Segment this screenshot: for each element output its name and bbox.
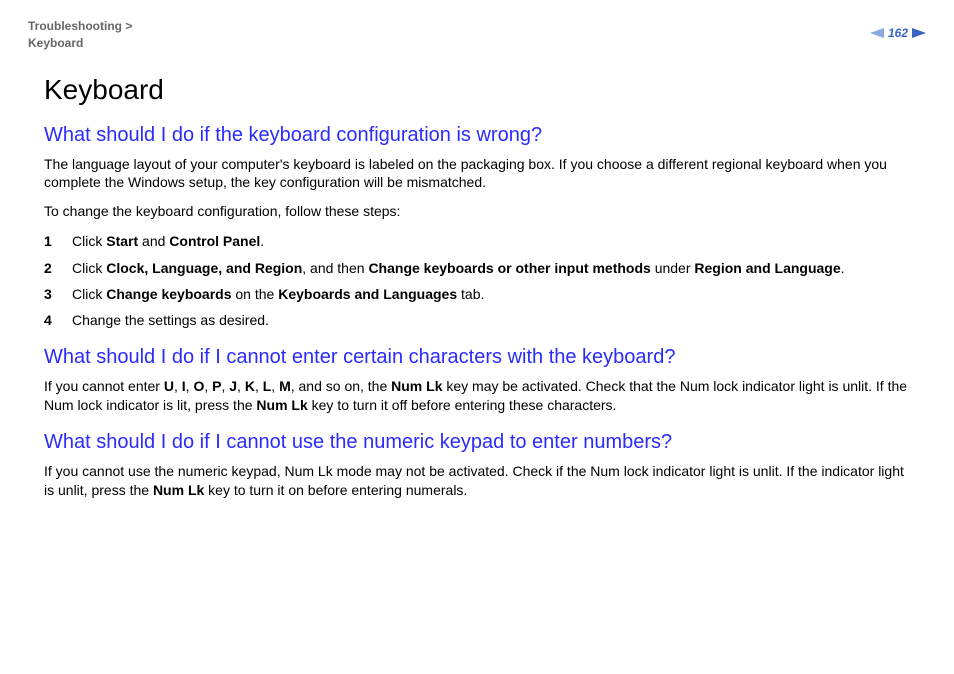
step-number: 1 — [44, 231, 52, 251]
step-number: 2 — [44, 258, 52, 278]
section-heading: What should I do if I cannot enter certa… — [44, 346, 910, 369]
step-item: 2 Click Clock, Language, and Region, and … — [44, 258, 910, 278]
body-text: If you cannot use the numeric keypad, Nu… — [44, 462, 910, 500]
body-text: The language layout of your computer's k… — [44, 155, 910, 193]
pager: 162 — [870, 26, 926, 40]
step-item: 4 Change the settings as desired. — [44, 310, 910, 330]
prev-page-icon[interactable] — [870, 28, 884, 38]
step-text: Click Change keyboards on the Keyboards … — [72, 286, 484, 302]
breadcrumb-line2: Keyboard — [28, 35, 132, 52]
breadcrumb: Troubleshooting > Keyboard — [28, 18, 132, 52]
step-text: Click Start and Control Panel. — [72, 233, 264, 249]
page-header: Troubleshooting > Keyboard 162 — [0, 0, 954, 58]
steps-list: 1 Click Start and Control Panel. 2 Click C… — [44, 231, 910, 330]
section-heading: What should I do if I cannot use the num… — [44, 431, 910, 454]
page-content: Keyboard What should I do if the keyboar… — [0, 58, 954, 530]
next-page-icon[interactable] — [912, 28, 926, 38]
step-text: Change the settings as desired. — [72, 312, 269, 328]
section-heading: What should I do if the keyboard configu… — [44, 124, 910, 147]
breadcrumb-line1: Troubleshooting > — [28, 18, 132, 35]
step-number: 3 — [44, 284, 52, 304]
page-title: Keyboard — [44, 74, 910, 106]
step-number: 4 — [44, 310, 52, 330]
step-item: 1 Click Start and Control Panel. — [44, 231, 910, 251]
body-text: If you cannot enter U, I, O, P, J, K, L,… — [44, 377, 910, 415]
body-text: To change the keyboard configuration, fo… — [44, 202, 910, 221]
step-text: Click Clock, Language, and Region, and t… — [72, 260, 845, 276]
page-number: 162 — [888, 26, 908, 40]
step-item: 3 Click Change keyboards on the Keyboards… — [44, 284, 910, 304]
